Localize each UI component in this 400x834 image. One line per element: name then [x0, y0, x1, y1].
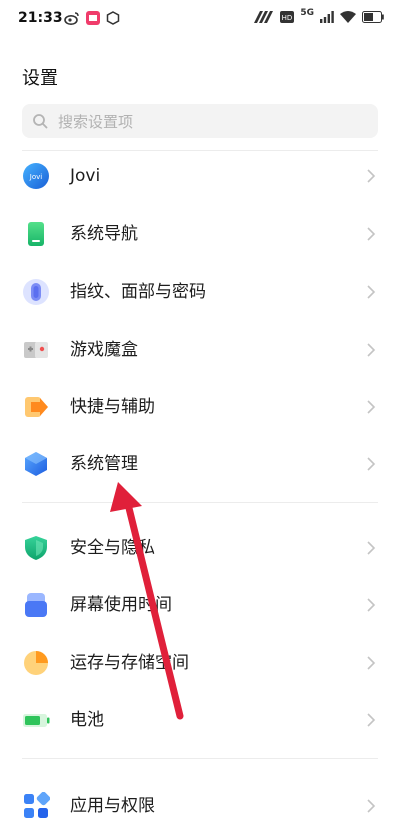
- chevron-right-icon: [367, 343, 376, 357]
- fingerprint-icon: [23, 279, 49, 305]
- status-time: 21:33: [18, 10, 63, 26]
- chevron-right-icon: [367, 598, 376, 612]
- system-navigation-icon: [28, 222, 44, 246]
- app-badge-icon: [86, 11, 100, 25]
- settings-item-label: 系统导航: [70, 224, 138, 244]
- status-bar: 21:33 HD 5G: [0, 0, 400, 38]
- weibo-icon: [64, 12, 79, 25]
- settings-item-fingerprint-face-password[interactable]: 指纹、面部与密码: [0, 264, 400, 320]
- chevron-right-icon: [367, 457, 376, 471]
- svg-text:HD: HD: [282, 14, 293, 22]
- game-box-icon: [24, 342, 48, 358]
- chevron-right-icon: [367, 713, 376, 727]
- apps-grid-icon: [24, 792, 50, 818]
- settings-item-memory-storage[interactable]: 运存与存储空间: [0, 635, 400, 691]
- settings-item-security-privacy[interactable]: 安全与隐私: [0, 520, 400, 576]
- settings-item-game-box[interactable]: 游戏魔盒: [0, 322, 400, 378]
- chevron-right-icon: [367, 169, 376, 183]
- settings-item-label: 系统管理: [70, 454, 138, 474]
- storage-pie-icon: [24, 651, 48, 675]
- settings-item-system-management[interactable]: 系统管理: [0, 436, 400, 492]
- settings-item-label: 安全与隐私: [70, 538, 155, 558]
- search-box[interactable]: [22, 104, 378, 140]
- battery-status-icon: [362, 11, 384, 23]
- system-management-icon: [25, 452, 47, 476]
- chevron-right-icon: [367, 541, 376, 555]
- settings-item-label: 应用与权限: [70, 796, 155, 816]
- section-divider: [22, 758, 378, 759]
- settings-item-label: 快捷与辅助: [70, 397, 155, 417]
- settings-item-label: 游戏魔盒: [70, 340, 138, 360]
- security-shield-icon: [25, 536, 47, 560]
- jovi-icon: Jovi: [23, 163, 49, 189]
- status-notification-icons: [64, 11, 120, 25]
- settings-item-system-navigation[interactable]: 系统导航: [0, 206, 400, 262]
- chevron-right-icon: [367, 227, 376, 241]
- signal-bars-icon: [254, 11, 274, 23]
- cell-signal-icon: [320, 11, 334, 23]
- page-title: 设置: [22, 68, 58, 89]
- shortcut-assist-icon: [25, 397, 48, 417]
- jovi-icon-text: Jovi: [29, 173, 42, 181]
- settings-item-label: 电池: [70, 710, 104, 730]
- settings-item-battery[interactable]: 电池: [0, 692, 400, 748]
- chevron-right-icon: [367, 285, 376, 299]
- settings-item-label: 运存与存储空间: [70, 653, 189, 673]
- battery-icon: [23, 714, 50, 727]
- settings-item-label: 指纹、面部与密码: [70, 282, 206, 302]
- hd-icon: HD: [280, 11, 295, 23]
- settings-item-label: 屏幕使用时间: [70, 595, 172, 615]
- chevron-right-icon: [367, 656, 376, 670]
- hexagon-icon: [106, 11, 120, 25]
- settings-item-label: Jovi: [70, 166, 101, 186]
- chevron-right-icon: [367, 799, 376, 813]
- status-system-icons: HD 5G: [254, 8, 384, 23]
- network-type: 5G: [300, 8, 314, 18]
- chevron-right-icon: [367, 400, 376, 414]
- search-input[interactable]: [56, 104, 360, 140]
- settings-item-shortcut-assist[interactable]: 快捷与辅助: [0, 379, 400, 435]
- search-icon: [33, 114, 48, 129]
- settings-item-apps-permissions[interactable]: 应用与权限: [0, 778, 400, 834]
- wifi-icon: [340, 11, 356, 23]
- settings-item-jovi[interactable]: Jovi Jovi: [0, 148, 400, 204]
- settings-item-screen-time[interactable]: 屏幕使用时间: [0, 577, 400, 633]
- screen-time-icon: [25, 593, 47, 617]
- section-divider: [22, 502, 378, 503]
